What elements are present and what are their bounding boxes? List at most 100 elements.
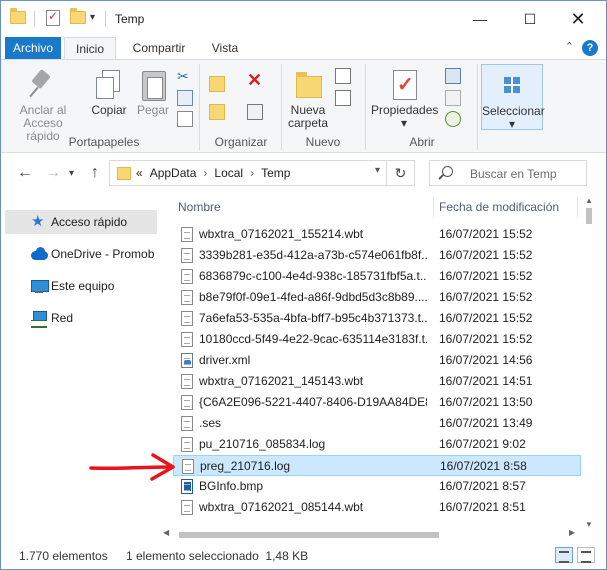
- paste-shortcut-icon[interactable]: [177, 111, 193, 127]
- nav-item-quick-access[interactable]: ★ Acceso rápido: [5, 210, 157, 234]
- new-item-icon[interactable]: [335, 68, 351, 84]
- table-row[interactable]: {C6A2E096-5221-4407-8406-D19AA84DE8... 16…: [173, 392, 581, 413]
- table-row[interactable]: wbxtra_07162021_155214.wbt 16/07/2021 15:…: [173, 224, 581, 245]
- edit-icon[interactable]: [445, 90, 461, 106]
- pin-quick-access-button[interactable]: Anclar al Acceso rápido: [9, 68, 77, 143]
- column-header-name[interactable]: Nombre: [178, 194, 221, 220]
- paste-button[interactable]: Pegar: [133, 68, 173, 117]
- breadcrumb-separator[interactable]: ›: [203, 166, 207, 180]
- table-row[interactable]: b8e79f0f-09e1-4fed-a86f-9dbd5d3c8b89....…: [173, 287, 581, 308]
- table-row[interactable]: 6836879c-c100-4e4d-938c-185731fbf5a.t...…: [173, 266, 581, 287]
- table-row[interactable]: 10180ccd-5f49-4e22-9cac-635114e3183f.t..…: [173, 329, 581, 350]
- file-date: 16/07/2021 15:52: [439, 311, 533, 325]
- address-bar[interactable]: « AppData › Local › Temp ▾ ↻: [109, 160, 415, 186]
- vertical-scrollbar[interactable]: ▲ ▼: [581, 194, 598, 532]
- copy-to-icon[interactable]: [209, 104, 225, 120]
- forward-button[interactable]: →: [45, 164, 61, 182]
- computer-icon: [31, 278, 49, 294]
- file-icon: [181, 269, 193, 284]
- table-row[interactable]: .ses 16/07/2021 13:49: [173, 413, 581, 434]
- horizontal-scrollbar[interactable]: ◀ ▶: [159, 526, 581, 542]
- move-to-icon[interactable]: [209, 76, 225, 92]
- scroll-up-icon[interactable]: ▲: [585, 196, 593, 205]
- nav-item-this-pc[interactable]: Este equipo: [5, 274, 157, 298]
- minimize-button[interactable]: —: [457, 1, 503, 37]
- divider: [477, 64, 478, 150]
- paste-icon: [137, 68, 169, 101]
- tab-archivo[interactable]: Archivo: [5, 37, 61, 60]
- tab-inicio[interactable]: Inicio: [64, 37, 116, 60]
- column-divider[interactable]: [433, 197, 434, 217]
- file-name: 7a6efa53-535a-4bfa-bff7-b95c4b371373.t..…: [199, 311, 427, 325]
- file-list: Nombre Fecha de modificación wbxtra_0716…: [159, 194, 606, 542]
- file-name: 3339b281-e35d-412a-a73b-c574e061fb8f....: [199, 248, 427, 262]
- table-row[interactable]: BGInfo.bmp 16/07/2021 8:57: [173, 476, 581, 497]
- file-date: 16/07/2021 15:52: [439, 290, 533, 304]
- column-header-date[interactable]: Fecha de modificación: [439, 194, 559, 220]
- table-row[interactable]: driver.xml 16/07/2021 14:56: [173, 350, 581, 371]
- properties-button[interactable]: Propiedades ▾: [371, 68, 438, 130]
- table-row[interactable]: 3339b281-e35d-412a-a73b-c574e061fb8f....…: [173, 245, 581, 266]
- table-row-selected[interactable]: preg_210716.log 16/07/2021 8:58: [173, 455, 581, 476]
- help-icon[interactable]: ?: [582, 40, 598, 56]
- breadcrumb-local[interactable]: Local: [214, 166, 243, 180]
- up-button[interactable]: ↑: [91, 164, 99, 182]
- column-divider[interactable]: [577, 197, 578, 217]
- table-row[interactable]: pu_210716_085834.log 16/07/2021 9:02: [173, 434, 581, 455]
- ribbon: Anclar al Acceso rápido Copiar Pegar ✂ P…: [1, 59, 606, 153]
- file-icon: [181, 437, 193, 452]
- file-icon: [181, 290, 193, 305]
- chevron-up-icon[interactable]: ⌃: [565, 40, 574, 56]
- breadcrumb-separator[interactable]: ›: [250, 166, 254, 180]
- cut-icon[interactable]: ✂: [177, 68, 193, 84]
- easy-access-icon[interactable]: [335, 90, 351, 106]
- breadcrumb-temp[interactable]: Temp: [261, 166, 290, 180]
- scrollbar-thumb[interactable]: [179, 532, 439, 538]
- file-date: 16/07/2021 9:02: [439, 437, 526, 451]
- copy-path-icon[interactable]: [177, 90, 193, 106]
- close-button[interactable]: ✕: [555, 1, 601, 37]
- tab-vista[interactable]: Vista: [201, 37, 249, 60]
- large-icons-view-icon[interactable]: [577, 547, 595, 563]
- ribbon-tabs: Archivo Inicio Compartir Vista: [1, 37, 606, 60]
- table-row[interactable]: wbxtra_07162021_085144.wbt 16/07/2021 8:5…: [173, 497, 581, 518]
- new-folder-quick-icon[interactable]: [70, 8, 86, 24]
- history-icon[interactable]: [445, 111, 461, 127]
- file-date: 16/07/2021 8:51: [439, 500, 526, 514]
- file-name: .ses: [199, 416, 222, 430]
- rename-icon[interactable]: [247, 104, 263, 120]
- nav-item-network[interactable]: Red: [5, 306, 157, 330]
- title-bar: ▾ Temp — ☐ ✕: [1, 1, 606, 37]
- scroll-down-icon[interactable]: ▼: [585, 520, 593, 529]
- select-button[interactable]: Seleccionar ▾: [481, 64, 545, 131]
- details-view-icon[interactable]: [555, 547, 573, 563]
- breadcrumb-appdata[interactable]: AppData: [150, 166, 197, 180]
- nav-item-onedrive[interactable]: OneDrive - Promob: [5, 242, 157, 266]
- open-icon[interactable]: [445, 68, 461, 84]
- new-folder-button[interactable]: Nueva carpeta: [285, 68, 331, 130]
- divider: [34, 11, 35, 27]
- table-row[interactable]: wbxtra_07162021_145143.wbt 16/07/2021 14:…: [173, 371, 581, 392]
- file-date: 16/07/2021 15:52: [439, 269, 533, 283]
- chevron-down-icon[interactable]: ▾: [375, 165, 380, 176]
- file-date: 16/07/2021 15:52: [439, 248, 533, 262]
- maximize-button[interactable]: ☐: [507, 1, 553, 37]
- refresh-button[interactable]: ↻: [386, 161, 414, 185]
- tab-compartir[interactable]: Compartir: [123, 37, 195, 60]
- file-name: 6836879c-c100-4e4d-938c-185731fbf5a.t...: [199, 269, 427, 283]
- scrollbar-thumb[interactable]: [586, 208, 592, 224]
- customize-toolbar-icon[interactable]: ▾: [90, 12, 95, 23]
- delete-icon[interactable]: ✕: [247, 71, 263, 89]
- copy-icon: [93, 68, 125, 100]
- breadcrumb-overflow[interactable]: «: [136, 166, 143, 180]
- file-name: driver.xml: [199, 353, 251, 367]
- back-button[interactable]: ←: [17, 164, 33, 182]
- recent-locations-button[interactable]: ▾: [69, 168, 74, 179]
- scroll-right-icon[interactable]: ▶: [569, 528, 575, 537]
- copy-button[interactable]: Copiar: [87, 68, 131, 117]
- table-row[interactable]: 7a6efa53-535a-4bfa-bff7-b95c4b371373.t..…: [173, 308, 581, 329]
- properties-quick-icon[interactable]: [46, 9, 60, 26]
- search-box[interactable]: Buscar en Temp: [429, 160, 587, 186]
- file-name: {C6A2E096-5221-4407-8406-D19AA84DE8...: [199, 395, 427, 409]
- scroll-left-icon[interactable]: ◀: [163, 528, 169, 537]
